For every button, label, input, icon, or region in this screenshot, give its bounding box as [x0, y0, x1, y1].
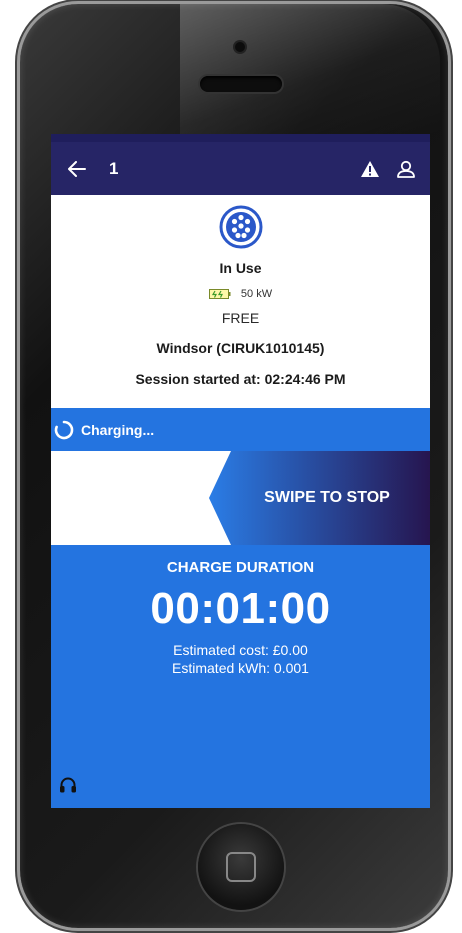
charge-duration-title: CHARGE DURATION: [166, 559, 315, 576]
price-label: FREE: [221, 310, 260, 326]
power-label: 50 kW: [240, 288, 273, 300]
arrow-left-icon: [68, 160, 86, 177]
power-row: 50 kW: [51, 288, 430, 300]
swipe-area: SWIPE TO STOP: [51, 451, 430, 545]
warning-icon: [361, 160, 379, 177]
back-button[interactable]: [59, 142, 95, 195]
app-bar: 1: [51, 142, 430, 195]
phone-screen: 1 In Use 50 kW FREE Windsor (CIRUK101014…: [51, 134, 430, 808]
battery-charging-icon: [208, 289, 231, 299]
headset-icon[interactable]: [59, 776, 77, 794]
page-title: 1: [109, 158, 119, 178]
estimated-kwh: Estimated kWh: 0.001: [172, 660, 309, 676]
home-button[interactable]: [198, 824, 284, 910]
charger-status: In Use: [219, 260, 262, 276]
ev-connector-icon: [219, 205, 262, 249]
charge-duration-timer: 00:01:00: [150, 584, 331, 633]
charge-duration-panel: CHARGE DURATION 00:01:00 Estimated cost:…: [51, 545, 430, 808]
estimated-cost: Estimated cost: £0.00: [173, 642, 308, 658]
home-square-icon: [226, 852, 256, 882]
charging-label: Charging...: [81, 421, 155, 438]
warning-button[interactable]: [352, 142, 388, 195]
charging-status-bar: Charging...: [51, 408, 430, 451]
user-icon: [397, 160, 415, 178]
stage: 1 In Use 50 kW FREE Windsor (CIRUK101014…: [0, 0, 462, 933]
loading-spinner-icon: [54, 420, 74, 439]
swipe-to-stop-slider[interactable]: SWIPE TO STOP: [209, 451, 430, 545]
app-bar-actions: [352, 142, 424, 195]
earpiece-speaker: [200, 76, 282, 92]
status-bar: [51, 134, 430, 142]
front-camera: [235, 42, 245, 52]
swipe-to-stop-label: SWIPE TO STOP: [264, 489, 390, 506]
session-start-time: Session started at: 02:24:46 PM: [135, 371, 346, 387]
profile-button[interactable]: [388, 142, 424, 195]
station-name: Windsor (CIRUK1010145): [156, 340, 325, 356]
charger-info: In Use 50 kW FREE Windsor (CIRUK1010145)…: [51, 205, 430, 387]
